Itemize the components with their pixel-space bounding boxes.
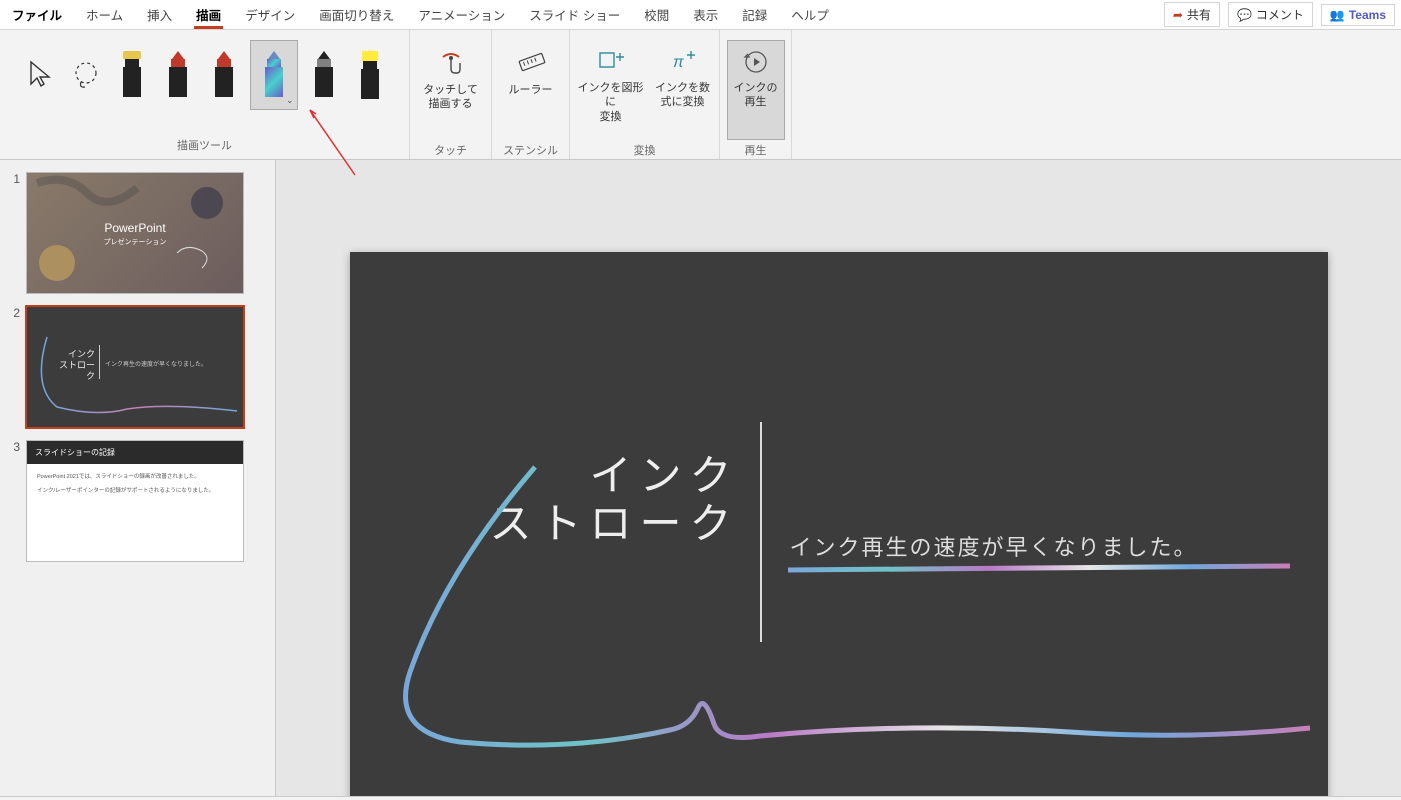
tab-record[interactable]: 記録 bbox=[730, 0, 779, 29]
tool-pen-red-2[interactable] bbox=[204, 40, 244, 110]
tab-help[interactable]: ヘルプ bbox=[779, 0, 841, 29]
ribbon: ⌄ 描画ツール タッチして 描 bbox=[0, 30, 1401, 160]
thumb-number: 1 bbox=[8, 172, 20, 294]
tab-home[interactable]: ホーム bbox=[74, 0, 135, 29]
share-button[interactable]: ➦共有 bbox=[1164, 2, 1220, 27]
tab-slideshow[interactable]: スライド ショー bbox=[517, 0, 632, 29]
thumb-title: スライドショーの記録 bbox=[27, 441, 243, 464]
ink-to-math-icon: π bbox=[669, 49, 697, 75]
teams-button[interactable]: 👥Teams bbox=[1321, 4, 1395, 26]
tool-select[interactable] bbox=[20, 40, 60, 110]
thumb-number: 3 bbox=[8, 440, 20, 562]
thumb-preview[interactable]: PowerPoint プレゼンテーション bbox=[26, 172, 244, 294]
tabbar-actions: ➦共有 💬コメント 👥Teams bbox=[1164, 0, 1401, 29]
tab-insert[interactable]: 挿入 bbox=[135, 0, 184, 29]
lasso-icon bbox=[71, 60, 101, 90]
group-label-stencil: ステンシル bbox=[503, 140, 558, 162]
tab-view[interactable]: 表示 bbox=[681, 0, 730, 29]
thumb-body: PowerPoint 2021では、スライドショーの録画が改善されました。 イン… bbox=[27, 464, 243, 502]
comment-button[interactable]: 💬コメント bbox=[1228, 2, 1313, 27]
tool-highlighter-2[interactable] bbox=[350, 40, 390, 110]
pen-icon bbox=[215, 51, 233, 99]
cursor-icon bbox=[27, 60, 53, 90]
ruler-button[interactable]: ルーラー bbox=[502, 40, 560, 140]
work-area: 1 PowerPoint プレゼンテーション 2 インク ストローク インク再生… bbox=[0, 160, 1401, 798]
ink-to-shape-button[interactable]: インクを図形に 変換 bbox=[576, 40, 646, 140]
thumbnail-1[interactable]: 1 PowerPoint プレゼンテーション bbox=[8, 172, 267, 294]
highlighter-icon bbox=[361, 51, 379, 99]
group-label-replay: 再生 bbox=[745, 140, 767, 162]
thumb-preview[interactable]: インク ストローク インク再生の速度が早くなりました。 bbox=[26, 306, 244, 428]
tool-pencil-gray[interactable] bbox=[304, 40, 344, 110]
slide[interactable]: インクストローク インク再生の速度が早くなりました。 bbox=[350, 252, 1328, 798]
thumbnail-2[interactable]: 2 インク ストローク インク再生の速度が早くなりました。 bbox=[8, 306, 267, 428]
thumb-subtitle: プレゼンテーション bbox=[104, 237, 167, 247]
pen-icon bbox=[169, 51, 187, 99]
ribbon-group-stencil: ルーラー ステンシル bbox=[492, 30, 570, 159]
tab-transition[interactable]: 画面切り替え bbox=[307, 0, 406, 29]
tab-draw[interactable]: 描画 bbox=[184, 0, 233, 29]
tab-review[interactable]: 校閲 bbox=[632, 0, 681, 29]
ribbon-group-touch: タッチして 描画する タッチ bbox=[410, 30, 492, 159]
group-label-touch: タッチ bbox=[434, 140, 467, 162]
thumbnail-3[interactable]: 3 スライドショーの記録 PowerPoint 2021では、スライドショーの録… bbox=[8, 440, 267, 562]
teams-icon: 👥 bbox=[1330, 8, 1345, 22]
tab-file[interactable]: ファイル bbox=[0, 0, 74, 29]
ribbon-group-drawtools: ⌄ 描画ツール bbox=[0, 30, 410, 159]
ribbon-group-replay: インクの 再生 再生 bbox=[720, 30, 792, 159]
tool-highlighter-1[interactable] bbox=[112, 40, 152, 110]
svg-text:π: π bbox=[673, 54, 684, 71]
ink-to-shape-icon bbox=[596, 49, 626, 75]
ruler-icon bbox=[516, 49, 546, 77]
tool-lasso[interactable] bbox=[66, 40, 106, 110]
thumb-preview[interactable]: スライドショーの記録 PowerPoint 2021では、スライドショーの録画が… bbox=[26, 440, 244, 562]
tab-animation[interactable]: アニメーション bbox=[406, 0, 517, 29]
group-label-drawtools: 描画ツール bbox=[177, 135, 232, 157]
tab-design[interactable]: デザイン bbox=[233, 0, 307, 29]
ink-strokes bbox=[350, 252, 1328, 798]
group-label-convert: 変換 bbox=[634, 140, 656, 162]
tool-pen-galaxy[interactable]: ⌄ bbox=[250, 40, 298, 110]
pen-gallery: ⌄ bbox=[20, 34, 390, 135]
ribbon-group-convert: インクを図形に 変換 π インクを数 式に変換 変換 bbox=[570, 30, 720, 159]
comment-icon: 💬 bbox=[1237, 8, 1252, 22]
chevron-down-icon[interactable]: ⌄ bbox=[286, 95, 294, 106]
touch-draw-button[interactable]: タッチして 描画する bbox=[422, 40, 480, 140]
thumb-title: PowerPoint bbox=[104, 221, 165, 235]
thumb-number: 2 bbox=[8, 306, 20, 428]
slide-canvas[interactable]: インクストローク インク再生の速度が早くなりました。 bbox=[276, 160, 1401, 798]
thumbnail-panel[interactable]: 1 PowerPoint プレゼンテーション 2 インク ストローク インク再生… bbox=[0, 160, 276, 798]
highlighter-icon bbox=[123, 51, 141, 99]
replay-icon bbox=[742, 49, 770, 75]
share-icon: ➦ bbox=[1173, 8, 1183, 22]
status-bar bbox=[0, 796, 1401, 800]
touch-icon bbox=[437, 49, 465, 77]
ribbon-tabs: ファイル ホーム 挿入 描画 デザイン 画面切り替え アニメーション スライド … bbox=[0, 0, 1401, 30]
pen-icon bbox=[265, 51, 283, 99]
tool-pen-red-1[interactable] bbox=[158, 40, 198, 110]
ink-replay-button[interactable]: インクの 再生 bbox=[727, 40, 785, 140]
ink-to-math-button[interactable]: π インクを数 式に変換 bbox=[652, 40, 714, 140]
pencil-icon bbox=[315, 51, 333, 99]
